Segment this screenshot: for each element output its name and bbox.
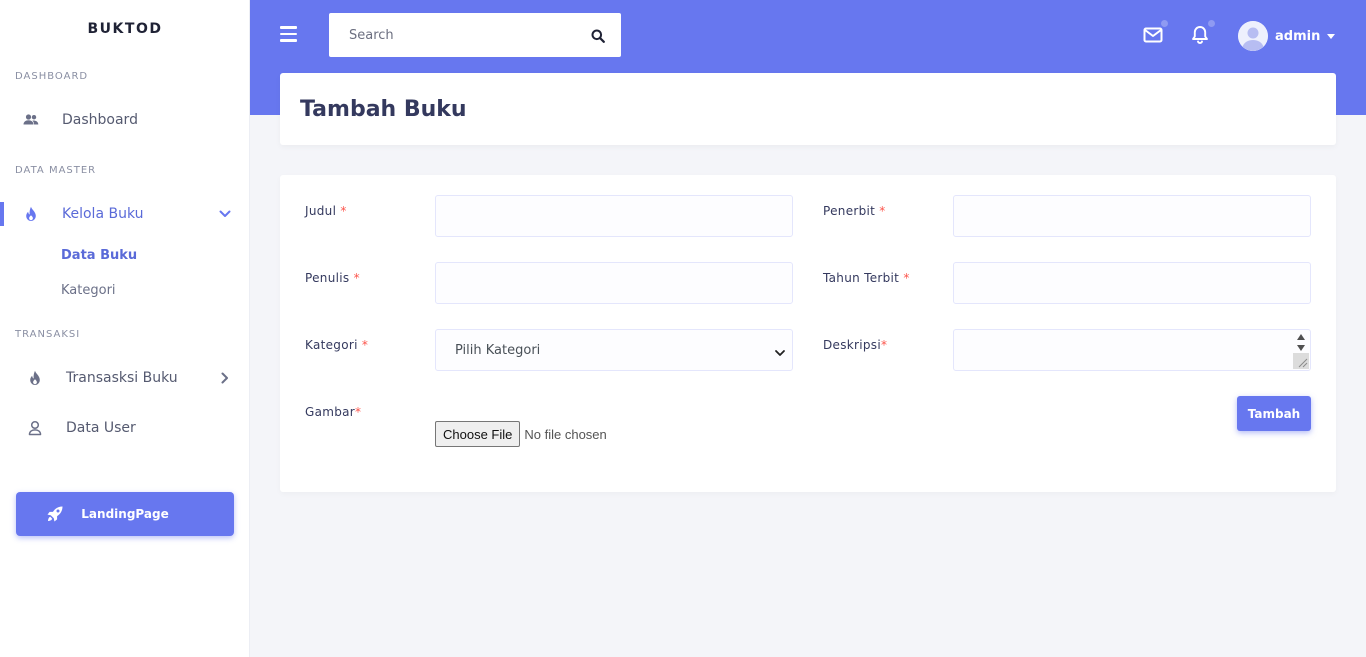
notification-indicator — [1208, 20, 1215, 27]
choose-file-button[interactable]: Choose File — [435, 421, 521, 447]
kategori-label: Kategori * — [305, 338, 368, 352]
deskripsi-label: Deskripsi* — [823, 338, 887, 352]
tahun-terbit-label-text: Tahun Terbit — [823, 271, 900, 285]
required-marker: * — [903, 271, 910, 285]
penerbit-label-text: Penerbit — [823, 204, 876, 218]
search-icon[interactable] — [591, 28, 605, 43]
landing-page-button[interactable]: LandingPage — [16, 492, 234, 536]
scroll-up-icon[interactable] — [1293, 331, 1309, 342]
penulis-label: Penulis * — [305, 271, 360, 285]
deskripsi-textarea[interactable] — [953, 329, 1311, 371]
required-marker: * — [353, 271, 360, 285]
gambar-label: Gambar* — [305, 405, 361, 419]
sidebar-subitem-kategori[interactable]: Kategori — [61, 283, 116, 298]
sidebar-item-label: Transasksi Buku — [66, 370, 178, 386]
gambar-file-input: Choose File No file chosen — [435, 421, 607, 447]
fire-icon — [27, 370, 43, 386]
menu-toggle-icon[interactable] — [280, 26, 298, 44]
judul-label: Judul * — [305, 204, 347, 218]
sidebar-subitem-data-buku[interactable]: Data Buku — [61, 248, 137, 263]
chevron-down-icon[interactable] — [218, 207, 232, 221]
add-book-form: Judul * Penerbit * Penulis * Tahun Terbi… — [280, 175, 1336, 492]
penerbit-input[interactable] — [953, 195, 1311, 237]
kategori-label-text: Kategori — [305, 338, 358, 352]
required-marker: * — [361, 338, 369, 352]
sidebar-item-dashboard[interactable]: Dashboard — [0, 100, 249, 140]
sidebar-item-data-user[interactable]: Data User — [0, 408, 249, 448]
textarea-scrollbar[interactable] — [1293, 331, 1309, 369]
sidebar-item-label: Kelola Buku — [62, 206, 144, 222]
bell-icon[interactable] — [1190, 25, 1210, 45]
penulis-label-text: Penulis — [305, 271, 350, 285]
user-name: admin — [1275, 28, 1321, 44]
kategori-selected-value: Pilih Kategori — [455, 342, 541, 358]
sidebar-item-kelola-buku[interactable]: Kelola Buku — [0, 194, 249, 234]
search-input[interactable] — [329, 13, 579, 57]
required-marker: * — [340, 204, 347, 218]
avatar — [1238, 21, 1268, 51]
kategori-select[interactable]: Pilih Kategori — [435, 329, 793, 371]
section-label-data-master: DATA MASTER — [15, 165, 97, 176]
scroll-down-icon[interactable] — [1293, 342, 1309, 353]
file-status-text: No file chosen — [524, 426, 607, 442]
fire-icon — [23, 206, 39, 222]
user-dropdown[interactable]: admin — [1238, 20, 1336, 52]
envelope-icon[interactable] — [1143, 25, 1163, 45]
page-title: Tambah Buku — [300, 97, 467, 122]
penerbit-label: Penerbit * — [823, 204, 886, 218]
section-label-transaksi: TRANSAKSI — [15, 329, 81, 340]
brand-logo[interactable]: BUKTOD — [0, 21, 250, 37]
landing-page-label: LandingPage — [81, 507, 169, 521]
sidebar-item-label: Data User — [66, 420, 136, 436]
required-marker: * — [355, 405, 362, 419]
penulis-input[interactable] — [435, 262, 793, 304]
deskripsi-label-text: Deskripsi — [823, 338, 881, 352]
tambah-button[interactable]: Tambah — [1237, 396, 1311, 431]
required-marker: * — [879, 204, 886, 218]
tahun-terbit-label: Tahun Terbit * — [823, 271, 910, 285]
tahun-terbit-input[interactable] — [953, 262, 1311, 304]
section-label-dashboard: DASHBOARD — [15, 71, 89, 82]
search-box — [329, 13, 621, 57]
chevron-down-icon — [774, 344, 786, 356]
user-icon — [27, 420, 43, 436]
judul-input[interactable] — [435, 195, 793, 237]
gambar-label-text: Gambar — [305, 405, 356, 419]
page-header-card: Tambah Buku — [280, 73, 1336, 145]
message-indicator — [1161, 20, 1168, 27]
required-marker: * — [881, 338, 888, 352]
sidebar-item-label: Dashboard — [62, 112, 138, 128]
users-icon — [23, 112, 39, 128]
sidebar-item-transaksi-buku[interactable]: Transasksi Buku — [0, 358, 249, 398]
sidebar: BUKTOD DASHBOARD Dashboard DATA MASTER K… — [0, 0, 250, 657]
judul-label-text: Judul — [305, 204, 337, 218]
resize-grip-icon[interactable] — [1293, 353, 1309, 369]
caret-down-icon — [1327, 33, 1336, 39]
chevron-right-icon[interactable] — [218, 371, 232, 385]
